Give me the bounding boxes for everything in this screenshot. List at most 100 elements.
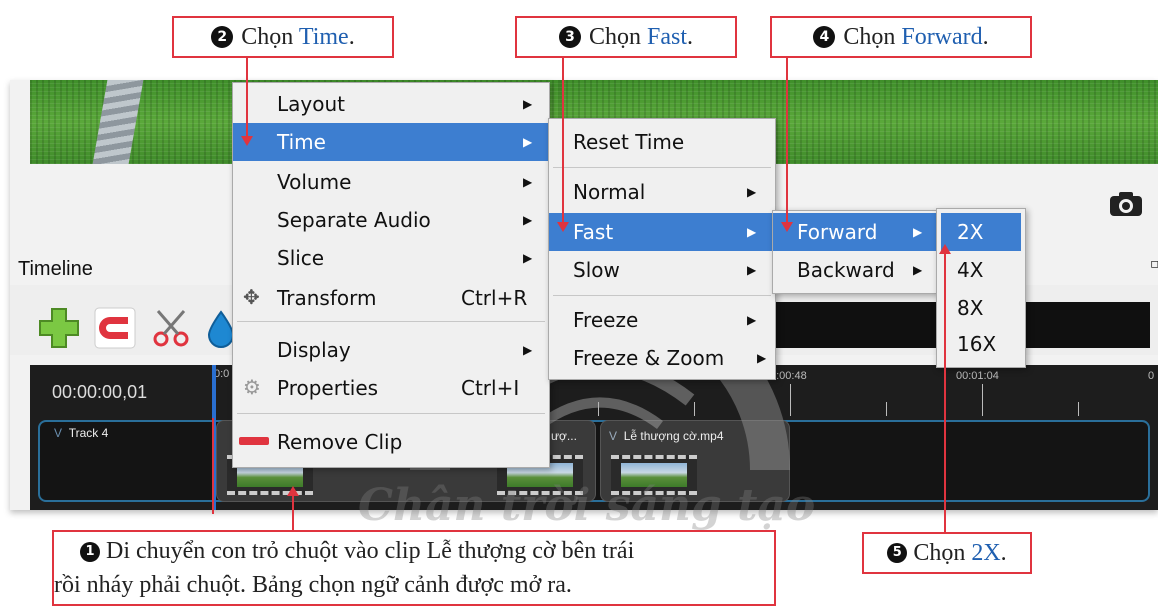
callout-highlight: Time <box>298 23 349 50</box>
menu-item-time[interactable]: Time ▶ <box>233 123 549 161</box>
callout-suffix: . <box>1000 540 1007 566</box>
watermark-text: Chân trời sáng tạo <box>358 480 816 531</box>
menu-item-freeze[interactable]: Freeze ▶ <box>549 301 775 339</box>
time-submenu: Reset Time Normal ▶ Fast ▶ Slow ▶ Freeze… <box>548 118 776 380</box>
submenu-arrow-icon: ▶ <box>913 225 923 239</box>
callout-suffix: . <box>687 23 694 50</box>
pointer-arrowhead <box>241 136 253 146</box>
callout-highlight: Forward <box>901 23 983 50</box>
submenu-arrow-icon: ▶ <box>747 313 757 327</box>
menu-item-16x[interactable]: 16X <box>937 325 1025 363</box>
menu-item-4x[interactable]: 4X <box>937 251 1025 289</box>
timecode-display: 00:00:00,01 <box>52 382 148 402</box>
gear-icon: ⚙ <box>243 375 261 399</box>
callout-prefix: Chọn <box>588 23 647 50</box>
pointer-arrowhead <box>557 222 569 232</box>
submenu-arrow-icon: ▶ <box>523 343 533 357</box>
razor-scissors-icon[interactable] <box>150 307 192 349</box>
ruler-tick <box>1078 402 1079 416</box>
menu-item-backward[interactable]: Backward ▶ <box>773 251 937 289</box>
callout-prefix: Chọn <box>241 23 299 50</box>
ruler-label: 00:01:04 <box>956 370 999 382</box>
submenu-arrow-icon: ▶ <box>523 251 533 265</box>
menu-item-properties[interactable]: ⚙ Properties Ctrl+I <box>233 369 549 407</box>
ruler-tick <box>598 402 599 416</box>
menu-item-remove-clip[interactable]: Remove Clip <box>233 423 549 461</box>
menu-item-fast[interactable]: Fast ▶ <box>549 213 775 251</box>
pointer-arrowhead <box>939 244 951 254</box>
camera-icon[interactable] <box>1108 190 1144 218</box>
pointer-arrowhead <box>287 486 299 496</box>
pointer-line-step-1 <box>292 494 294 532</box>
pointer-line-step-5 <box>944 250 946 532</box>
clip-title: ượ... <box>551 429 577 443</box>
menu-item-slice[interactable]: Slice ▶ <box>233 239 549 277</box>
submenu-arrow-icon: ▶ <box>523 175 533 189</box>
submenu-arrow-icon: ▶ <box>747 185 757 199</box>
submenu-arrow-icon: ▶ <box>757 351 767 365</box>
menu-item-normal[interactable]: Normal ▶ <box>549 173 775 211</box>
menu-item-display[interactable]: Display ▶ <box>233 331 549 369</box>
timeline-title: Timeline <box>18 258 93 280</box>
step-number-badge: 4 <box>813 26 836 48</box>
menu-separator <box>237 413 545 414</box>
menu-item-slow[interactable]: Slow ▶ <box>549 251 775 289</box>
menu-item-forward[interactable]: Forward ▶ <box>773 213 937 251</box>
callout-step-4: 4 Chọn Forward. <box>770 16 1032 58</box>
add-track-icon[interactable] <box>38 307 80 349</box>
submenu-arrow-icon: ▶ <box>747 263 757 277</box>
menu-separator <box>553 167 771 168</box>
ruler-tick <box>886 402 887 416</box>
callout-prefix: Chọn <box>913 540 972 566</box>
step-number-badge: 2 <box>211 26 234 48</box>
submenu-arrow-icon: ▶ <box>747 225 757 239</box>
context-menu: Layout ▶ Time ▶ Volume ▶ Separate Audio … <box>232 82 550 468</box>
submenu-arrow-icon: ▶ <box>523 213 533 227</box>
callout-suffix: . <box>348 23 355 50</box>
pointer-line-step-2 <box>246 58 248 140</box>
callout-highlight: 2X <box>971 540 1001 566</box>
speed-submenu: 2X 4X 8X 16X <box>936 208 1026 368</box>
step-number-badge: 3 <box>558 26 581 48</box>
snap-magnet-icon[interactable] <box>94 307 136 349</box>
callout-suffix: . <box>982 23 989 50</box>
ruler-label: 0:0 <box>214 368 230 380</box>
step-number-badge: 5 <box>887 543 908 563</box>
menu-item-separate-audio[interactable]: Separate Audio ▶ <box>233 201 549 239</box>
callout-step-2: 2 Chọn Time. <box>172 16 394 58</box>
submenu-arrow-icon: ▶ <box>913 263 923 277</box>
clip-title: V Lễ thượng cờ.mp4 <box>609 429 724 443</box>
pointer-line-step-1-left <box>212 418 214 514</box>
ruler-tick <box>982 384 983 416</box>
move-arrows-icon: ✥ <box>243 285 260 309</box>
menu-item-transform[interactable]: ✥ Transform Ctrl+R <box>233 279 549 317</box>
ruler-tick <box>790 384 791 416</box>
callout-step-3: 3 Chọn Fast. <box>515 16 737 58</box>
callout-line-2: rồi nháy phải chuột. Bảng chọn ngữ cảnh … <box>54 572 572 598</box>
submenu-arrow-icon: ▶ <box>523 135 533 149</box>
pointer-line-step-4 <box>786 58 788 228</box>
menu-separator <box>553 295 771 296</box>
menu-item-2x[interactable]: 2X <box>941 213 1021 251</box>
ruler-label: 0 <box>1148 370 1155 382</box>
callout-line-1: Di chuyển con trỏ chuột vào clip Lễ thượ… <box>106 538 635 564</box>
step-number-badge: 1 <box>80 542 100 562</box>
ruler-tick <box>694 402 695 416</box>
menu-item-volume[interactable]: Volume ▶ <box>233 163 549 201</box>
pointer-arrowhead <box>781 222 793 232</box>
fast-submenu: Forward ▶ Backward ▶ <box>772 210 938 294</box>
track-label: V Track 4 <box>54 426 109 440</box>
pointer-line-step-3 <box>562 58 564 228</box>
callout-step-5: 5 Chọn 2X. <box>862 532 1032 574</box>
submenu-arrow-icon: ▶ <box>523 97 533 111</box>
menu-item-freeze-zoom[interactable]: Freeze & Zoom ▶ <box>549 339 775 377</box>
window-restore-icon[interactable]: ▫ <box>1150 256 1158 272</box>
callout-step-1: 1 Di chuyển con trỏ chuột vào clip Lễ thư… <box>52 530 776 606</box>
menu-item-reset-time[interactable]: Reset Time <box>549 123 775 161</box>
callout-prefix: Chọn <box>843 23 902 50</box>
menu-item-8x[interactable]: 8X <box>937 289 1025 327</box>
callout-highlight: Fast <box>647 23 688 50</box>
menu-item-layout[interactable]: Layout ▶ <box>233 85 549 123</box>
remove-minus-icon <box>239 437 269 445</box>
menu-separator <box>237 321 545 322</box>
